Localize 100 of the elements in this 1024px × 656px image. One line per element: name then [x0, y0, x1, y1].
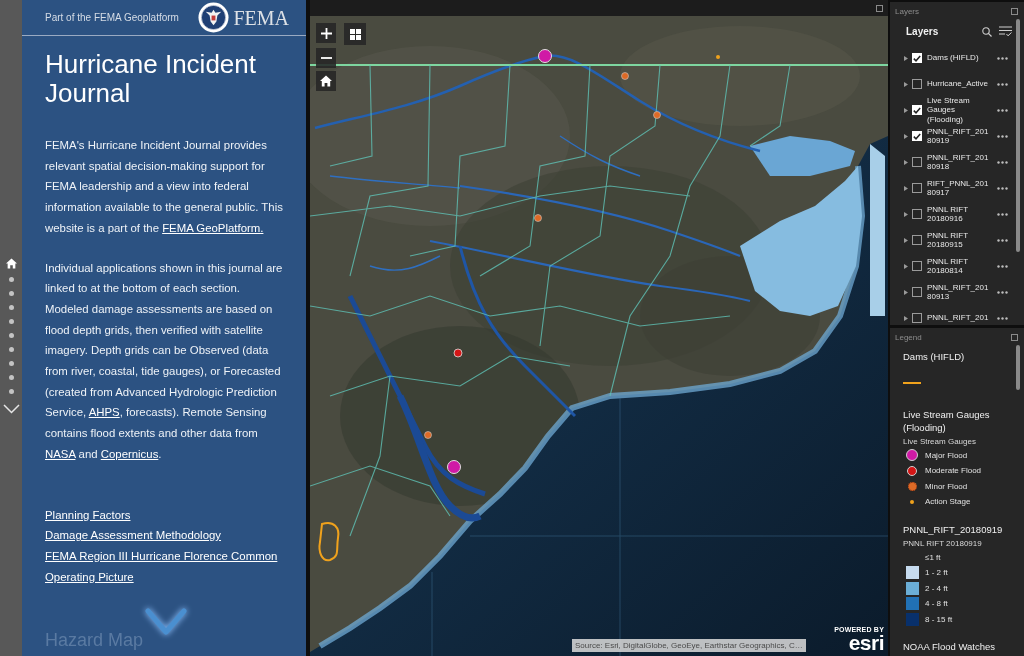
- section-link[interactable]: Damage Assessment Methodology: [45, 525, 221, 546]
- section-dot-icon[interactable]: [8, 290, 14, 296]
- legend-item-label: ≤1 ft: [925, 552, 941, 562]
- layer-checkbox[interactable]: [912, 53, 922, 63]
- gauge-marker-icon: [621, 72, 629, 80]
- text-link[interactable]: NASA: [45, 447, 76, 460]
- layer-name: Hurricane_Active: [927, 79, 989, 89]
- gauge-marker-icon: [534, 214, 542, 222]
- home-icon[interactable]: [5, 258, 17, 269]
- layer-name: PNNL RIFT 20180916: [927, 204, 969, 224]
- plus-icon: [320, 27, 332, 39]
- section-dot-icon[interactable]: [8, 276, 14, 282]
- layer-name: PNNL_RIFT_201: [927, 313, 990, 323]
- gauge-marker-icon: [653, 111, 661, 119]
- section-dot-icon[interactable]: [8, 374, 14, 380]
- gauge-marker-icon: [453, 348, 463, 358]
- legend-layer-title: NOAA Flood Watches: [903, 640, 997, 653]
- zoom-out-button[interactable]: [316, 48, 336, 68]
- layer-checkbox[interactable]: [912, 261, 922, 271]
- minus-icon: [320, 57, 332, 59]
- layer-checkbox[interactable]: [912, 313, 922, 323]
- checkmark-icon: [913, 54, 921, 62]
- more-options-icon[interactable]: [997, 264, 1008, 268]
- section-dot-icon[interactable]: [8, 332, 14, 338]
- section-dot-icon[interactable]: [8, 304, 14, 310]
- maximize-icon[interactable]: [1011, 7, 1018, 15]
- legend-item-label: Major Flood: [925, 450, 968, 460]
- more-options-icon[interactable]: [997, 186, 1008, 190]
- more-options-icon[interactable]: [997, 160, 1008, 164]
- layer-checkbox[interactable]: [912, 79, 922, 89]
- layer-checkbox[interactable]: [912, 209, 922, 219]
- more-options-icon[interactable]: [997, 108, 1008, 112]
- section-link[interactable]: Planning Factors: [45, 504, 131, 526]
- body-paragraph: Individual applications shown in this journal are linked to at the bottom of each section. Modeled damage assessments are based on flood depth grids, then verified with satellite imagery. Depth grids can be Observed (data from river, coastal, tide gauges), or Forecasted (created from Advanced Hydrologic Prediction Service, AHPS, forecasts). Remote Sensing contains flood extents and other data from NASA and Copernicus.: [45, 260, 284, 462]
- scrollbar[interactable]: [1016, 19, 1020, 252]
- layer-name: PNNL_RIFT_20180918: [927, 152, 990, 172]
- text-link[interactable]: AHPS: [88, 406, 120, 419]
- logo-wordmark: FEMA: [233, 6, 289, 29]
- basemap-gallery-button[interactable]: [344, 23, 366, 45]
- more-options-icon[interactable]: [997, 134, 1008, 138]
- more-options-icon[interactable]: [997, 56, 1008, 60]
- more-options-icon[interactable]: [997, 238, 1008, 242]
- layer-checkbox[interactable]: [912, 105, 922, 115]
- section-dot-icon[interactable]: [8, 318, 14, 324]
- section-link[interactable]: FEMA Region III Hurricane Florence Common Operating Picture: [45, 545, 289, 588]
- layer-checkbox[interactable]: [912, 131, 922, 141]
- filter-list-icon[interactable]: [999, 26, 1012, 37]
- expand-caret-icon[interactable]: [904, 159, 908, 165]
- expand-caret-icon[interactable]: [904, 263, 908, 269]
- search-icon[interactable]: [982, 26, 992, 37]
- expand-caret-icon[interactable]: [904, 289, 908, 295]
- legend-item-label: 4 - 8 ft: [925, 599, 948, 609]
- layers-heading: Layers: [906, 26, 940, 37]
- layer-name: PNNL RIFT 20180814: [927, 256, 969, 276]
- checkmark-icon: [913, 132, 921, 140]
- section-dot-icon[interactable]: [8, 388, 14, 394]
- checkmark-icon: [913, 106, 921, 114]
- legend-subtitle: Live Stream Gauges: [903, 435, 977, 448]
- more-options-icon[interactable]: [997, 316, 1008, 320]
- default-extent-button[interactable]: [316, 71, 336, 91]
- layer-name: Live Stream Gauges (Flooding): [927, 95, 971, 125]
- legend-item-label: 1 - 2 ft: [925, 568, 948, 578]
- layer-checkbox[interactable]: [912, 183, 922, 193]
- expand-caret-icon[interactable]: [904, 237, 908, 243]
- more-options-icon[interactable]: [997, 82, 1008, 86]
- expand-caret-icon[interactable]: [904, 211, 908, 217]
- legend-item-label: Minor Flood: [925, 481, 968, 491]
- header-tagline: Part of the FEMA Geoplatform: [45, 12, 179, 23]
- expand-caret-icon[interactable]: [904, 133, 908, 139]
- legend-subtitle: PNNL RIFT 20180919: [903, 537, 983, 550]
- layer-name: Dams (HIFLD): [927, 53, 980, 63]
- panel-title: Legend: [895, 332, 922, 342]
- layer-checkbox[interactable]: [912, 157, 922, 167]
- maximize-icon[interactable]: [1011, 333, 1018, 341]
- layer-name: RIFT_PNNL_20180917: [927, 178, 990, 198]
- expand-caret-icon[interactable]: [904, 315, 908, 321]
- section-dot-icon[interactable]: [8, 346, 14, 352]
- text-link[interactable]: FEMA GeoPlatform.: [162, 221, 264, 234]
- expand-caret-icon[interactable]: [904, 185, 908, 191]
- grid-icon: [349, 28, 361, 40]
- legend-layer-title: PNNL_RIFT_20180919: [903, 522, 1004, 536]
- more-options-icon[interactable]: [997, 212, 1008, 216]
- section-dot-icon[interactable]: [8, 360, 14, 366]
- scrollbar[interactable]: [1016, 345, 1020, 390]
- expand-caret-icon[interactable]: [904, 55, 908, 61]
- layer-checkbox[interactable]: [912, 287, 922, 297]
- maximize-icon[interactable]: [876, 4, 883, 12]
- layer-name: PNNL RIFT 20180915: [927, 230, 969, 250]
- legend-item-label: 2 - 4 ft: [925, 583, 948, 593]
- gauge-marker-icon: [716, 55, 720, 59]
- layer-checkbox[interactable]: [912, 235, 922, 245]
- logo-wordmark: esri: [848, 634, 884, 652]
- legend-layer-title: Live Stream Gauges (Flooding): [903, 407, 991, 434]
- seal-icon: [198, 2, 230, 33]
- journal-title: Hurricane Incident Journal: [45, 50, 257, 108]
- expand-caret-icon[interactable]: [904, 107, 908, 113]
- expand-caret-icon[interactable]: [904, 81, 908, 87]
- more-options-icon[interactable]: [997, 290, 1008, 294]
- zoom-in-button[interactable]: [316, 23, 336, 43]
- map-attribution: Source: Esri, DigitalGlobe, GeoEye, Earthstar Geographics, C…: [572, 639, 806, 652]
